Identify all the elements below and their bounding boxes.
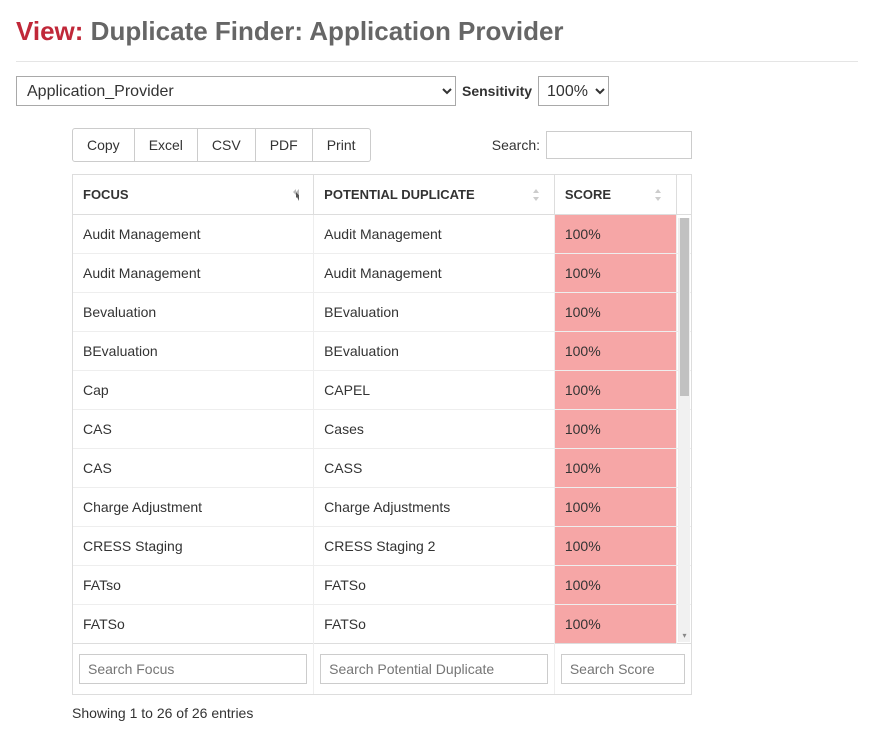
sort-desc-icon bbox=[291, 188, 305, 202]
excel-button[interactable]: Excel bbox=[135, 128, 198, 162]
cell-duplicate: CRESS Staging 2 bbox=[314, 527, 555, 566]
pdf-button[interactable]: PDF bbox=[256, 128, 313, 162]
table-row: CRESS StagingCRESS Staging 2100% bbox=[73, 527, 691, 566]
cell-focus: Cap bbox=[73, 371, 314, 410]
table-row: FATSoFATSo100% bbox=[73, 605, 691, 644]
cell-focus: Audit Management bbox=[73, 215, 314, 254]
sensitivity-select[interactable]: 100% bbox=[538, 76, 609, 106]
cell-duplicate: CAPEL bbox=[314, 371, 555, 410]
csv-button[interactable]: CSV bbox=[198, 128, 256, 162]
export-button-group: Copy Excel CSV PDF Print bbox=[72, 128, 371, 162]
table-row: Charge AdjustmentCharge Adjustments100% bbox=[73, 488, 691, 527]
cell-score: 100% bbox=[554, 605, 676, 644]
cell-score: 100% bbox=[554, 332, 676, 371]
cell-duplicate: CASS bbox=[314, 449, 555, 488]
col-header-duplicate[interactable]: POTENTIAL DUPLICATE bbox=[314, 175, 555, 215]
cell-duplicate: Charge Adjustments bbox=[314, 488, 555, 527]
search-label: Search: bbox=[492, 137, 540, 153]
cell-focus: BEvaluation bbox=[73, 332, 314, 371]
scrollbar-thumb[interactable] bbox=[680, 218, 689, 396]
cell-duplicate: Audit Management bbox=[314, 254, 555, 293]
cell-focus: CRESS Staging bbox=[73, 527, 314, 566]
table-row: Audit ManagementAudit Management100% bbox=[73, 254, 691, 293]
cell-score: 100% bbox=[554, 527, 676, 566]
cell-score: 100% bbox=[554, 449, 676, 488]
cell-focus: CAS bbox=[73, 449, 314, 488]
header-divider bbox=[16, 61, 858, 62]
filter-duplicate-input[interactable] bbox=[320, 654, 548, 684]
title-text: Duplicate Finder: Application Provider bbox=[91, 16, 564, 46]
scrollbar-gutter bbox=[677, 175, 691, 215]
table-row: CASCases100% bbox=[73, 410, 691, 449]
cell-score: 100% bbox=[554, 254, 676, 293]
cell-score: 100% bbox=[554, 410, 676, 449]
search-input[interactable] bbox=[546, 131, 692, 159]
cell-focus: FATso bbox=[73, 566, 314, 605]
cell-focus: Bevaluation bbox=[73, 293, 314, 332]
cell-duplicate: BEvaluation bbox=[314, 332, 555, 371]
cell-score: 100% bbox=[554, 488, 676, 527]
cell-duplicate: BEvaluation bbox=[314, 293, 555, 332]
table-row: BevaluationBEvaluation100% bbox=[73, 293, 691, 332]
filter-focus-input[interactable] bbox=[79, 654, 307, 684]
cell-score: 100% bbox=[554, 566, 676, 605]
print-button[interactable]: Print bbox=[313, 128, 371, 162]
table-info: Showing 1 to 26 of 26 entries bbox=[72, 705, 692, 721]
sort-icon bbox=[654, 188, 668, 202]
scrollbar-down-arrow[interactable]: ▾ bbox=[679, 630, 690, 642]
cell-focus: CAS bbox=[73, 410, 314, 449]
cell-duplicate: Cases bbox=[314, 410, 555, 449]
cell-focus: FATSo bbox=[73, 605, 314, 644]
col-header-score[interactable]: SCORE bbox=[554, 175, 676, 215]
title-prefix: View: bbox=[16, 16, 83, 46]
entity-select[interactable]: Application_Provider bbox=[16, 76, 456, 106]
page-title: View: Duplicate Finder: Application Prov… bbox=[16, 16, 858, 47]
copy-button[interactable]: Copy bbox=[72, 128, 135, 162]
cell-focus: Charge Adjustment bbox=[73, 488, 314, 527]
cell-duplicate: Audit Management bbox=[314, 215, 555, 254]
cell-score: 100% bbox=[554, 371, 676, 410]
table-row: FATsoFATSo100% bbox=[73, 566, 691, 605]
sort-icon bbox=[532, 188, 546, 202]
table-row: CASCASS100% bbox=[73, 449, 691, 488]
cell-score: 100% bbox=[554, 293, 676, 332]
cell-focus: Audit Management bbox=[73, 254, 314, 293]
col-header-focus[interactable]: FOCUS bbox=[73, 175, 314, 215]
cell-duplicate: FATSo bbox=[314, 566, 555, 605]
sensitivity-label: Sensitivity bbox=[462, 83, 532, 99]
cell-duplicate: FATSo bbox=[314, 605, 555, 644]
table-row: CapCAPEL100% bbox=[73, 371, 691, 410]
duplicates-table: FOCUS POTENTIAL DUPLICATE SCORE bbox=[73, 175, 691, 694]
cell-score: 100% bbox=[554, 215, 676, 254]
vertical-scrollbar[interactable]: ▾ bbox=[678, 218, 690, 642]
filter-score-input[interactable] bbox=[561, 654, 685, 684]
table-row: BEvaluationBEvaluation100% bbox=[73, 332, 691, 371]
table-row: Audit ManagementAudit Management100% bbox=[73, 215, 691, 254]
